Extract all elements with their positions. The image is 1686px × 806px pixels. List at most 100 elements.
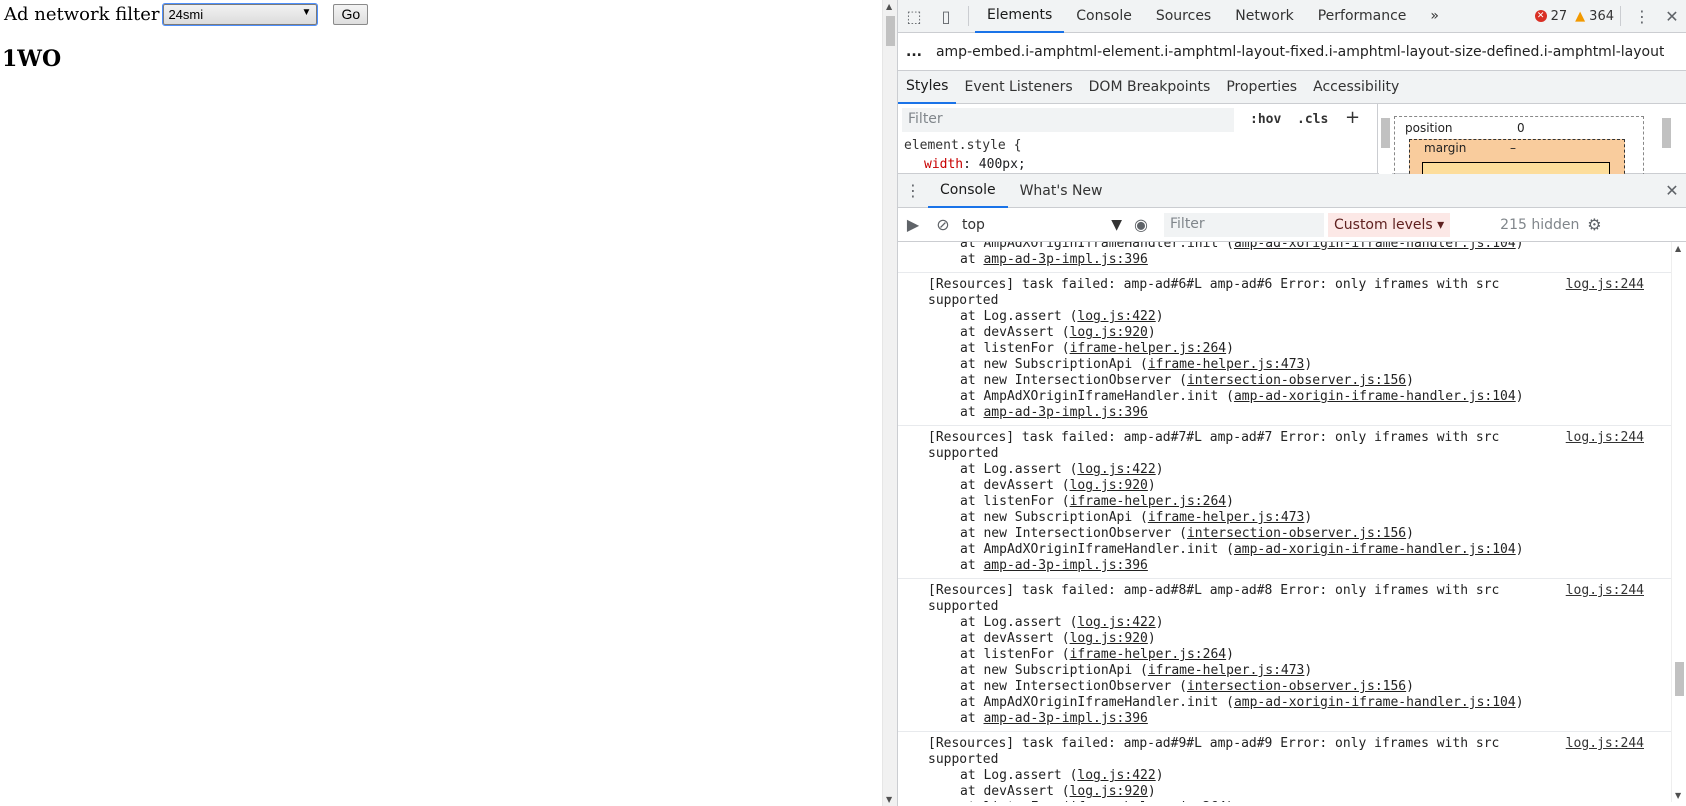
stack-frame-link[interactable]: iframe-helper.js:264	[1070, 341, 1227, 356]
close-devtools-icon[interactable]: ✕	[1657, 0, 1686, 33]
console-scrollbar-thumb[interactable]	[1675, 662, 1684, 696]
stack-frame: at devAssert (log.js:920)	[928, 631, 1672, 647]
more-tabs-button[interactable]: »	[1418, 0, 1451, 33]
hov-toggle[interactable]: :hov	[1250, 112, 1281, 127]
live-expression-eye-icon[interactable]: ◉	[1126, 208, 1156, 241]
boxmodel-scrollbar-thumb[interactable]	[1662, 118, 1671, 148]
stack-frame-link[interactable]: intersection-observer.js:156	[1187, 526, 1406, 541]
go-button[interactable]: Go	[333, 3, 369, 25]
stack-frame-link[interactable]: log.js:920	[1070, 478, 1148, 493]
stack-frame-link[interactable]: amp-ad-xorigin-iframe-handler.js:104	[1234, 242, 1516, 251]
stack-frame-suffix: )	[1226, 647, 1234, 662]
stack-frame-text: at devAssert (	[960, 478, 1070, 493]
inspected-page: Ad network filter 24smi ▼ Go 1WO	[0, 0, 882, 806]
stack-frame-link[interactable]: amp-ad-xorigin-iframe-handler.js:104	[1234, 695, 1516, 710]
styles-filter-input[interactable]: Filter	[902, 108, 1234, 132]
stack-frame-suffix: )	[1304, 510, 1313, 525]
network-select[interactable]: 24smi ▼	[162, 2, 319, 26]
tab-performance[interactable]: Performance	[1306, 0, 1419, 33]
clear-console-icon[interactable]: ⊘	[928, 208, 958, 241]
console-message: [Resources] task failed: amp-ad#7#L amp-…	[898, 426, 1672, 579]
stack-frame-link[interactable]: iframe-helper.js:264	[1070, 647, 1227, 662]
stack-frame-link[interactable]: amp-ad-xorigin-iframe-handler.js:104	[1234, 389, 1516, 404]
console-scrollbar[interactable]: ▲ ▼	[1671, 242, 1686, 802]
stack-frame-link[interactable]: amp-ad-3p-impl.js:396	[983, 405, 1147, 420]
stack-frame-link[interactable]: amp-ad-3p-impl.js:396	[983, 558, 1147, 573]
context-select[interactable]: top ▼	[958, 213, 1126, 237]
stack-frame-suffix: )	[1406, 373, 1414, 388]
stack-frame-link[interactable]: iframe-helper.js:473	[1148, 510, 1305, 525]
stack-frame: at listenFor (iframe-helper.js:264)	[928, 800, 1672, 802]
stack-frame-link[interactable]: log.js:422	[1077, 462, 1155, 477]
stack-frame-link[interactable]: log.js:920	[1070, 784, 1148, 799]
stack-frame-link[interactable]: iframe-helper.js:473	[1148, 663, 1305, 678]
margin-value[interactable]: –	[1510, 141, 1516, 155]
scroll-down-icon[interactable]: ▼	[1675, 791, 1681, 800]
console-message-source-link[interactable]: log.js:244	[1566, 277, 1644, 292]
element-style-selector: element.style {	[904, 138, 1022, 153]
stack-frame-text: at AmpAdXOriginIframeHandler.init (	[960, 695, 1234, 710]
log-levels-select[interactable]: Custom levels ▾	[1328, 212, 1451, 237]
stack-frame-link[interactable]: log.js:920	[1070, 325, 1148, 340]
console-message-source-link[interactable]: log.js:244	[1566, 736, 1644, 751]
stack-frame-text: at new IntersectionObserver (	[960, 373, 1187, 388]
tab-dom-breakpoints[interactable]: DOM Breakpoints	[1081, 71, 1219, 104]
stack-frame-link[interactable]: intersection-observer.js:156	[1187, 373, 1406, 388]
stack-frame-suffix: )	[1406, 679, 1414, 694]
tab-styles[interactable]: Styles	[898, 71, 957, 104]
scroll-up-icon[interactable]: ▲	[886, 2, 892, 11]
scroll-up-icon[interactable]: ▲	[1675, 244, 1681, 253]
breadcrumb-selected-element[interactable]: amp-embed.i-amphtml-element.i-amphtml-la…	[936, 44, 1664, 60]
drawer-menu-icon[interactable]: ⋮	[898, 174, 928, 207]
margin-label: margin	[1424, 141, 1467, 155]
tab-network[interactable]: Network	[1223, 0, 1305, 33]
console-settings-gear-icon[interactable]: ⚙	[1579, 208, 1609, 241]
tab-properties[interactable]: Properties	[1218, 71, 1305, 104]
stack-frame-link[interactable]: intersection-observer.js:156	[1187, 679, 1406, 694]
stack-frame-link[interactable]: iframe-helper.js:473	[1148, 357, 1305, 372]
stack-frame: at amp-ad-3p-impl.js:396	[928, 558, 1672, 574]
stack-frame-suffix: )	[1406, 526, 1414, 541]
stack-frame-suffix: )	[1304, 663, 1313, 678]
close-drawer-icon[interactable]: ✕	[1657, 174, 1686, 207]
tab-console[interactable]: Console	[1064, 0, 1144, 33]
stack-frame-link[interactable]: log.js:422	[1077, 615, 1155, 630]
tab-accessibility[interactable]: Accessibility	[1305, 71, 1407, 104]
scroll-down-icon[interactable]: ▼	[886, 795, 892, 804]
position-value[interactable]: 0	[1517, 121, 1525, 135]
issue-counts[interactable]: ✕ 27 ▲ 364	[1534, 8, 1614, 24]
warning-icon: ▲	[1575, 8, 1586, 24]
stack-frame: at new SubscriptionApi (iframe-helper.js…	[928, 510, 1672, 526]
page-heading: 1WO	[2, 46, 62, 72]
cls-toggle[interactable]: .cls	[1297, 112, 1328, 127]
add-rule-icon[interactable]: +	[1345, 107, 1360, 128]
device-toolbar-icon[interactable]: ▯	[930, 0, 962, 33]
stack-frame-link[interactable]: iframe-helper.js:264	[1070, 494, 1227, 509]
console-message-source-link[interactable]: log.js:244	[1566, 583, 1644, 598]
stack-frame-link[interactable]: amp-ad-xorigin-iframe-handler.js:104	[1234, 542, 1516, 557]
console-message-source-link[interactable]: log.js:244	[1566, 430, 1644, 445]
style-property[interactable]: width: 400px;	[924, 157, 1026, 172]
page-scrollbar-thumb[interactable]	[886, 16, 895, 46]
style-property-name: width	[924, 157, 964, 172]
boxmodel-scrollbar[interactable]	[1660, 104, 1673, 174]
stack-frame-link[interactable]: amp-ad-3p-impl.js:396	[983, 252, 1147, 267]
stack-frame-link[interactable]: log.js:920	[1070, 631, 1148, 646]
stack-frame-link[interactable]: amp-ad-3p-impl.js:396	[983, 711, 1147, 726]
stack-frame-link[interactable]: log.js:422	[1077, 768, 1155, 783]
page-scrollbar[interactable]: ▲ ▼	[882, 0, 897, 806]
drawer-tab-console[interactable]: Console	[928, 174, 1008, 208]
console-message-text-continued: supported	[928, 599, 999, 614]
tab-sources[interactable]: Sources	[1144, 0, 1223, 33]
more-options-icon[interactable]: ⋮	[1627, 0, 1657, 33]
stack-frame-link[interactable]: iframe-helper.js:264	[1070, 800, 1227, 802]
tab-elements[interactable]: Elements	[975, 0, 1065, 33]
console-filter-input[interactable]: Filter	[1164, 212, 1324, 237]
stack-frame-link[interactable]: log.js:422	[1077, 309, 1155, 324]
breadcrumb-overflow[interactable]: ...	[906, 44, 922, 60]
drawer-tab-whats-new[interactable]: What's New	[1008, 174, 1115, 208]
sidebar-toggle-icon[interactable]: ▶	[898, 208, 928, 241]
breadcrumb: ... amp-embed.i-amphtml-element.i-amphtm…	[898, 33, 1686, 71]
inspect-element-icon[interactable]: ⬚	[898, 0, 930, 33]
tab-event-listeners[interactable]: Event Listeners	[956, 71, 1080, 104]
